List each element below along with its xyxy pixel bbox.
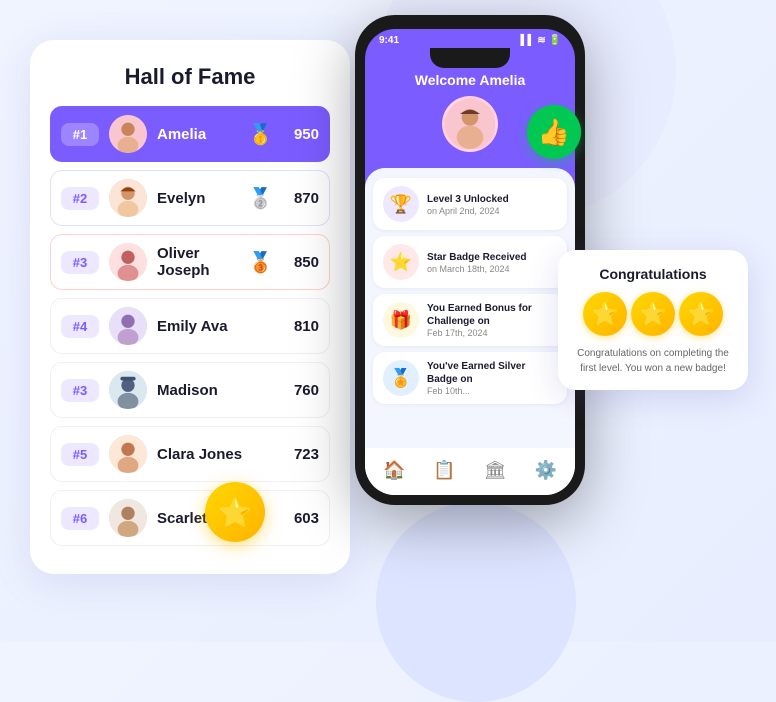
congrats-text: Congratulations on completing the first … [572, 346, 734, 376]
star-2: ⭐ [631, 292, 675, 336]
phone: 9:41 ▌▌ ≋ 🔋 Welcome Amelia 🏆 [355, 15, 585, 505]
medal-icon: 🥉 [248, 250, 273, 275]
phone-screen: 9:41 ▌▌ ≋ 🔋 Welcome Amelia 🏆 [365, 29, 575, 495]
avatar [109, 371, 147, 409]
hof-score: 850 [283, 254, 319, 271]
activity-icon-bonus: 🎁 [383, 302, 419, 338]
thumbs-icon: 👍 [538, 117, 570, 148]
table-row[interactable]: #1 Amelia 🥇 950 [50, 106, 330, 162]
rank-badge: #2 [61, 187, 99, 210]
hof-score: 760 [283, 382, 319, 399]
activity-sub-1: on March 18th, 2024 [427, 264, 527, 274]
table-row[interactable]: #2 Evelyn 🥈 870 [50, 170, 330, 226]
rank-badge: #3 [61, 379, 99, 402]
table-row[interactable]: #6 Scarlett 603 [50, 490, 330, 546]
phone-body: 🏆 Level 3 Unlocked on April 2nd, 2024 ⭐ … [365, 168, 575, 495]
activity-icon-badge: 🏅 [383, 360, 419, 396]
hof-score: 870 [283, 190, 319, 207]
avatar [109, 499, 147, 537]
status-bar: 9:41 ▌▌ ≋ 🔋 [365, 29, 575, 48]
medal-icon: 🥇 [248, 122, 273, 147]
nav-list[interactable]: 📋 [425, 456, 463, 485]
phone-activities: 🏆 Level 3 Unlocked on April 2nd, 2024 ⭐ … [365, 168, 575, 448]
activity-item[interactable]: ⭐ Star Badge Received on March 18th, 202… [373, 236, 567, 288]
phone-welcome-text: Welcome Amelia [375, 72, 565, 88]
status-icons: ▌▌ ≋ 🔋 [520, 35, 561, 46]
avatar [109, 307, 147, 345]
activity-title-0: Level 3 Unlocked [427, 193, 509, 206]
table-row[interactable]: #3 Madison 760 [50, 362, 330, 418]
phone-nav: 🏠 📋 🏛 ⚙️ [365, 448, 575, 495]
congrats-card: Congratulations ⭐ ⭐ ⭐ Congratulations on… [558, 250, 748, 390]
activity-icon-star: ⭐ [383, 244, 419, 280]
phone-notch [430, 48, 510, 68]
rank-badge: #3 [61, 251, 99, 274]
avatar [109, 243, 147, 281]
table-row[interactable]: #5 Clara Jones 723 [50, 426, 330, 482]
avatar [109, 115, 147, 153]
table-row[interactable]: #4 Emily Ava 810 [50, 298, 330, 354]
avatar [109, 435, 147, 473]
nav-settings[interactable]: ⚙️ [527, 456, 565, 485]
rank-badge: #1 [61, 123, 99, 146]
star-3: ⭐ [679, 292, 723, 336]
activity-title-2: You Earned Bonus for Challenge on [427, 302, 557, 328]
status-time: 9:41 [379, 35, 399, 46]
hof-score: 603 [283, 510, 319, 527]
activity-title-3: You've Earned Silver Badge on [427, 360, 557, 386]
medal-icon: 🥈 [248, 186, 273, 211]
hof-name: Madison [157, 382, 273, 399]
star-1: ⭐ [583, 292, 627, 336]
activity-icon-level: 🏆 [383, 186, 419, 222]
hof-name: Amelia [157, 126, 238, 143]
hof-title: Hall of Fame [50, 64, 330, 90]
bg-circle-2 [376, 502, 576, 702]
table-row[interactable]: #3 Oliver Joseph 🥉 850 [50, 234, 330, 290]
activity-sub-0: on April 2nd, 2024 [427, 206, 509, 216]
hof-score: 810 [283, 318, 319, 335]
congrats-stars: ⭐ ⭐ ⭐ [572, 292, 734, 336]
hof-name: Clara Jones [157, 446, 273, 463]
rank-badge: #4 [61, 315, 99, 338]
hall-of-fame-card: Hall of Fame #1 Amelia 🥇 950 #2 Evelyn 🥈 [30, 40, 350, 574]
hof-name: Emily Ava [157, 318, 273, 335]
activity-item[interactable]: 🏆 Level 3 Unlocked on April 2nd, 2024 [373, 178, 567, 230]
hof-name: Oliver Joseph [157, 245, 238, 279]
activity-sub-3: Feb 10th... [427, 386, 557, 396]
star-decoration: ⭐ [205, 482, 265, 542]
avatar [109, 179, 147, 217]
congrats-title: Congratulations [572, 266, 734, 282]
activity-item[interactable]: 🎁 You Earned Bonus for Challenge on Feb … [373, 294, 567, 346]
rank-badge: #5 [61, 443, 99, 466]
hof-score: 723 [283, 446, 319, 463]
hof-score: 950 [283, 126, 319, 143]
activity-item[interactable]: 🏅 You've Earned Silver Badge on Feb 10th… [373, 352, 567, 404]
nav-leaderboard[interactable]: 🏛 [476, 456, 515, 485]
phone-avatar [442, 96, 498, 152]
thumbs-badge: 👍 [527, 105, 581, 159]
star-icon: ⭐ [218, 496, 253, 529]
rank-badge: #6 [61, 507, 99, 530]
activity-sub-2: Feb 17th, 2024 [427, 328, 557, 338]
nav-home[interactable]: 🏠 [375, 456, 413, 485]
hof-name: Evelyn [157, 190, 238, 207]
activity-title-1: Star Badge Received [427, 251, 527, 264]
